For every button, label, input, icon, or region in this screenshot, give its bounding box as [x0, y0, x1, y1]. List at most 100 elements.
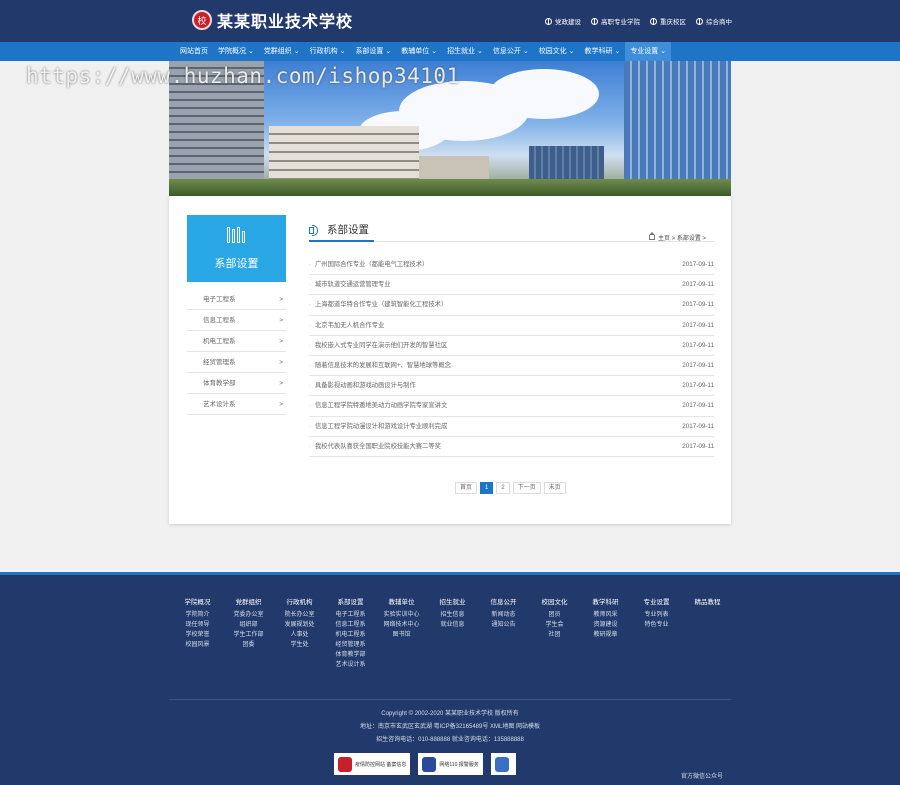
section-title: 系部设置 — [327, 224, 369, 236]
sidebar-item-art[interactable]: 艺术设计系 > — [187, 394, 286, 415]
home-icon — [649, 232, 655, 240]
nav-culture[interactable]: 校园文化 ⌄ — [534, 42, 580, 61]
copyright-text: Copyright © 2002-2020 某某职业技术学校 版权所有 — [381, 711, 519, 717]
quick-link-2[interactable]: 重庆校区 — [650, 16, 686, 26]
address-text: 地址：南京市玄武区玄武湖 粤ICP备32165489号 XML地图 网站模板 — [359, 724, 541, 730]
content-panel: 系部设置 电子工程系 > 信息工程系 > 机电工程系 > 经贸管理系 > 体育教学部 > … — [169, 196, 731, 524]
news-list: 广州国际合作专业（都能电气工程技术）2017-09-11 城市轨道交通运营管理专… — [309, 255, 714, 457]
list-item[interactable]: 随着信息技术的发展和互联网+、智慧地球等概念2017-09-11 — [309, 356, 714, 376]
footer-column-departments: 系部设置 电子工程系 信息工程系 机电工程系 经贸管理系 体育教学部 艺术设计系 — [335, 599, 366, 668]
page-last-button[interactable]: 末页 — [543, 482, 566, 494]
sidebar-menu: 电子工程系 > 信息工程系 > 机电工程系 > 经贸管理系 > 体育教学部 > 艺术设计系… — [187, 289, 286, 415]
school-emblem-icon: 校 — [192, 10, 212, 30]
sidebar-item-information[interactable]: 信息工程系 > — [187, 310, 286, 331]
list-item[interactable]: 广州国际合作专业（都能电气工程技术）2017-09-11 — [309, 255, 714, 275]
net110-badge[interactable]: 网络110 报警服务 — [418, 753, 483, 775]
footer-column-party: 党群组织 党委办公室 组织部 学生工作部 团委 — [233, 599, 264, 648]
nav-support[interactable]: 教辅单位 ⌄ — [396, 42, 442, 61]
globe-icon — [545, 17, 552, 25]
footer-column-admission: 招生就业 招生信息 就业信息 — [439, 599, 466, 628]
sidebar-item-sports[interactable]: 体育教学部 > — [187, 373, 286, 394]
list-item[interactable]: 北京韦加无人机合作专业2017-09-11 — [309, 316, 714, 336]
list-item[interactable]: 城市轨道交通运营管理专业2017-09-11 — [309, 275, 714, 295]
page-2-button[interactable]: 2 — [496, 482, 510, 494]
news-date: 2017-09-11 — [682, 422, 714, 430]
footer-link-columns: 学院概况 学院简介 现任领导 学校荣誉 校园风景 党群组织 党委办公室 组织部 … — [172, 596, 733, 670]
news-date: 2017-09-11 — [682, 281, 714, 289]
chevron-right-icon: > — [279, 317, 283, 324]
page-1-button[interactable]: 1 — [480, 482, 494, 494]
list-item[interactable]: 我校嵌入式专业同学在演示他们开发的智慧社区2017-09-11 — [309, 336, 714, 356]
list-item[interactable]: 具备影视动画和游戏动画设计与制作2017-09-11 — [309, 376, 714, 396]
nav-party[interactable]: 党群组织 ⌄ — [259, 42, 305, 61]
watermark-text: https://www.huzhan.com/ishop34101 — [26, 64, 460, 88]
breadcrumb-text[interactable]: 主页 > 系部设置 > — [658, 233, 706, 242]
footer-badges: 疫情防控网站 备案信息 网络110 报警服务 — [334, 753, 524, 775]
sidebar-header: 系部设置 — [187, 215, 286, 282]
quick-links: 党政建设 高职专业学院 重庆校区 综合商中 — [545, 16, 732, 26]
page-first-button[interactable]: 首页 — [455, 482, 478, 494]
footer-copyright-block: Copyright © 2002-2020 某某职业技术学校 版权所有 地址：南… — [0, 708, 900, 747]
news-date: 2017-09-11 — [682, 442, 714, 450]
school-name: 某某职业技术学校 — [217, 12, 354, 31]
wechat-label[interactable]: 官方微信公众号 — [681, 771, 723, 780]
news-date: 2017-09-11 — [682, 261, 714, 268]
shield-icon — [422, 756, 437, 772]
sidebar-item-economics[interactable]: 经贸管理系 > — [187, 352, 286, 373]
epidemic-record-badge[interactable]: 疫情防控网站 备案信息 — [334, 753, 411, 775]
site-logo[interactable]: 校 某某职业技术学校 — [192, 8, 353, 32]
police-emblem-icon — [338, 756, 352, 772]
list-item[interactable]: 信息工程学院动漫设计和游戏设计专业顺利完成2017-09-11 — [309, 417, 714, 437]
globe-icon — [650, 17, 657, 25]
footer-column-courses: 精品教程 — [694, 599, 721, 606]
sidebar-item-electronics[interactable]: 电子工程系 > — [187, 289, 286, 310]
list-item[interactable]: 我校代表队喜获全国职业院校技能大赛二等奖2017-09-11 — [309, 437, 714, 457]
news-date: 2017-09-11 — [682, 341, 714, 349]
news-date: 2017-09-11 — [682, 402, 714, 410]
footer-column-about: 学院概况 学院简介 现任领导 学校荣誉 校园风景 — [184, 599, 211, 648]
section-heading: 系部设置 — [309, 222, 369, 237]
sidebar-item-mechatronics[interactable]: 机电工程系 > — [187, 331, 286, 352]
globe-icon — [591, 17, 598, 25]
chevron-right-icon: > — [279, 338, 283, 345]
quick-link-3[interactable]: 综合商中 — [696, 16, 732, 26]
nav-about[interactable]: 学院概况 ⌄ — [213, 42, 259, 61]
news-date: 2017-09-11 — [682, 321, 714, 329]
nav-research[interactable]: 教学科研 ⌄ — [580, 42, 626, 61]
nav-info[interactable]: 信息公开 ⌄ — [488, 42, 534, 61]
building-right-tower — [624, 61, 731, 196]
footer-column-info: 信息公开 新闻动态 通知公告 — [490, 599, 517, 628]
nav-admin[interactable]: 行政机构 ⌄ — [305, 42, 351, 61]
nav-departments[interactable]: 系部设置 ⌄ — [350, 42, 396, 61]
footer-divider — [169, 699, 731, 700]
chevron-right-icon: > — [279, 380, 283, 387]
chevron-right-icon: > — [279, 296, 283, 303]
main-nav: 网站首页 学院概况 ⌄ 党群组织 ⌄ 行政机构 ⌄ 系部设置 ⌄ 教辅单位 ⌄ … — [175, 42, 672, 61]
news-date: 2017-09-11 — [682, 301, 714, 309]
footer-column-culture: 校园文化 团员 学生会 社团 — [541, 599, 568, 638]
chevron-right-icon: > — [279, 359, 283, 366]
nav-home[interactable]: 网站首页 — [175, 42, 213, 61]
nav-admission[interactable]: 招生就业 ⌄ — [442, 42, 488, 61]
footer-column-support: 教辅单位 实验实训中心 网络技术中心 图书馆 — [383, 599, 420, 638]
cyber-police-icon — [494, 756, 509, 772]
nav-majors[interactable]: 专业设置 ⌄ — [625, 42, 672, 61]
list-item[interactable]: 上海都道华特合作专业（建筑智能化工程技术）2017-09-11 — [309, 295, 714, 316]
chevron-right-icon: > — [279, 401, 283, 408]
news-date: 2017-09-11 — [682, 382, 714, 390]
quick-link-0[interactable]: 党政建设 — [545, 16, 581, 26]
list-item[interactable]: 信息工程学院特邀地美动力动画学院专家宣讲文2017-09-11 — [309, 396, 714, 417]
breadcrumb[interactable]: 主页 > 系部设置 > — [649, 232, 706, 242]
trees — [169, 179, 731, 196]
globe-icon — [696, 17, 703, 25]
footer-column-majors: 专业设置 专业列表 特色专业 — [643, 599, 670, 628]
main-nav-bar: 网站首页 学院概况 ⌄ 党群组织 ⌄ 行政机构 ⌄ 系部设置 ⌄ 教辅单位 ⌄ … — [0, 42, 900, 61]
pagination: 首页 1 2 下一页 末页 — [455, 482, 569, 494]
page-next-button[interactable]: 下一页 — [512, 482, 541, 494]
top-header: 校 某某职业技术学校 党政建设 高职专业学院 重庆校区 综合商中 — [0, 0, 900, 42]
section-title-underline — [309, 240, 374, 242]
cyber-police-badge[interactable] — [490, 753, 516, 775]
footer-column-research: 教学科研 教师风采 资源建设 教研规章 — [592, 599, 619, 638]
sidebar-title: 系部设置 — [214, 258, 259, 270]
quick-link-1[interactable]: 高职专业学院 — [591, 16, 640, 26]
